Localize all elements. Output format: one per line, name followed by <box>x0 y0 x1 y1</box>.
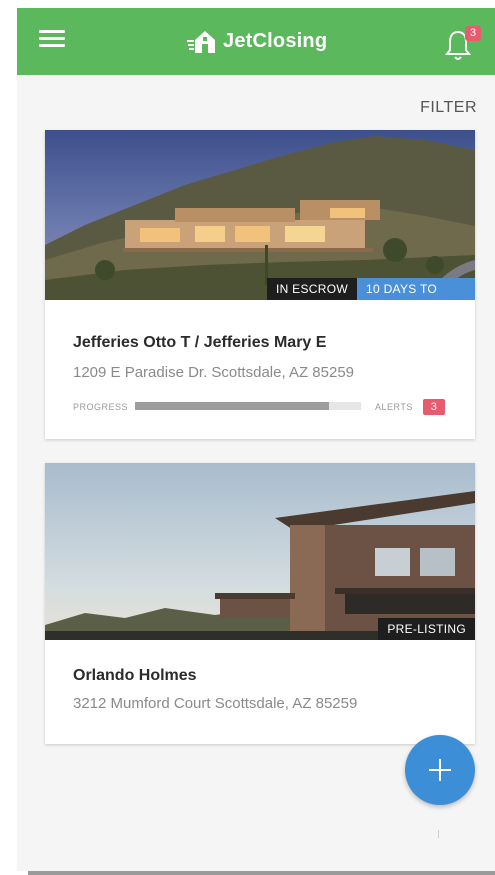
add-closing-button[interactable] <box>405 735 475 805</box>
app-name: JetClosing <box>223 29 328 52</box>
notifications-button[interactable]: 3 <box>443 26 481 62</box>
house-icon <box>187 31 215 53</box>
progress-fill <box>135 402 330 410</box>
closing-meta: PROGRESS ALERTS 3 <box>73 399 445 415</box>
progress-label: PROGRESS <box>73 402 129 412</box>
app-bar: JetClosing 3 <box>17 8 495 75</box>
property-address: 1209 E Paradise Dr. Scottsdale, AZ 85259 <box>73 364 355 381</box>
status-tag: PRE-LISTING <box>378 618 475 640</box>
divider <box>438 830 439 838</box>
owner-name: Orlando Holmes <box>73 667 197 684</box>
status-tag: IN ESCROW <box>266 278 357 300</box>
menu-icon[interactable] <box>39 28 67 50</box>
property-photo: PRE-LISTING <box>45 463 475 640</box>
closing-card[interactable]: PRE-LISTING Orlando Holmes 3212 Mumford … <box>45 463 475 744</box>
app-screen: JetClosing 3 FILTER IN ESCROW 10 DAYS TO… <box>17 8 495 871</box>
app-logo: JetClosing <box>187 26 327 56</box>
alerts-label: ALERTS <box>375 402 413 412</box>
notification-badge: 3 <box>465 26 481 41</box>
progress-bar <box>135 402 361 410</box>
closing-card[interactable]: IN ESCROW 10 DAYS TO CLOSE Jefferies Ott… <box>45 130 475 439</box>
bottom-border <box>28 871 495 875</box>
property-address: 3212 Mumford Court Scottsdale, AZ 85259 <box>73 695 358 712</box>
alerts-badge[interactable]: 3 <box>423 399 445 415</box>
owner-name: Jefferies Otto T / Jefferies Mary E <box>73 334 327 351</box>
filter-button[interactable]: FILTER <box>420 99 477 117</box>
days-to-close-tag: 10 DAYS TO CLOSE <box>357 278 475 300</box>
property-photo: IN ESCROW 10 DAYS TO CLOSE <box>45 130 475 300</box>
